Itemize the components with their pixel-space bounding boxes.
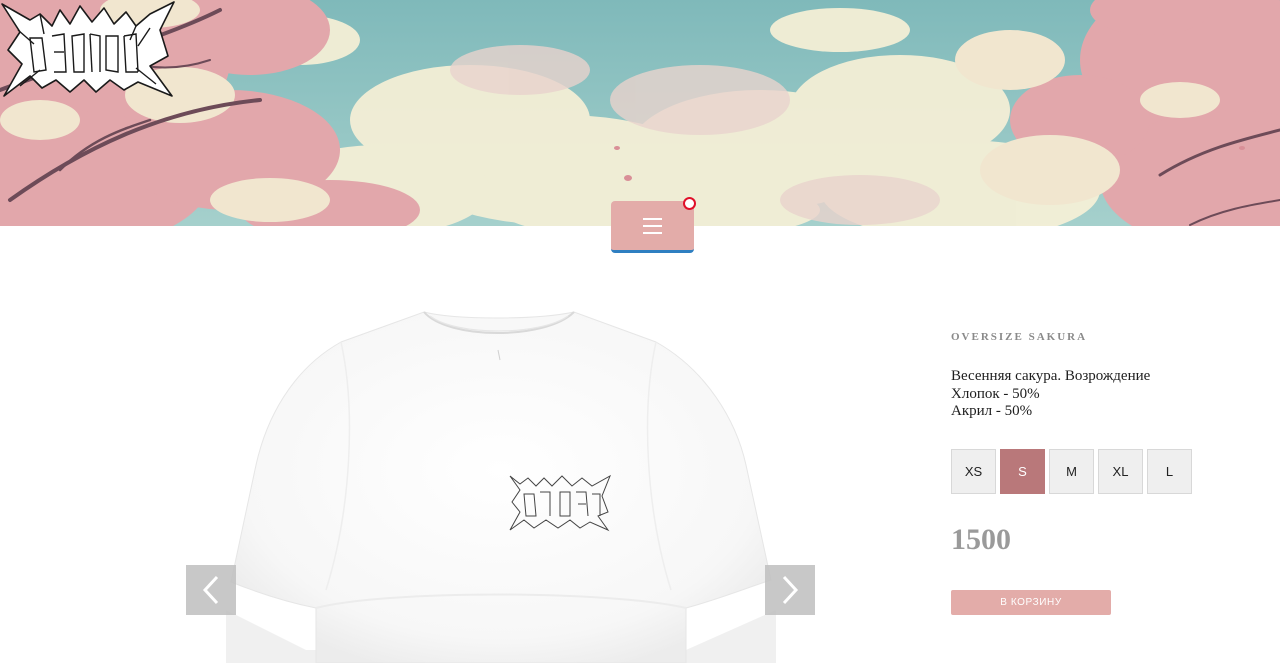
product-price: 1500: [951, 523, 1011, 556]
metal-band-logo[interactable]: [0, 0, 176, 98]
product-gallery: [186, 290, 815, 663]
size-option-s[interactable]: S: [1000, 449, 1045, 494]
menu-button[interactable]: [611, 201, 694, 253]
chevron-right-icon: [782, 575, 799, 605]
hamburger-icon: [643, 217, 662, 234]
description-line: Акрил - 50%: [951, 403, 1033, 419]
product-description: Весенняя сакура. Возрождение Хлопок - 50…: [951, 368, 1231, 421]
product-title: OVERSIZE SAKURA: [951, 331, 1088, 343]
size-selector: XS S M XL L: [951, 449, 1196, 494]
gallery-prev-button[interactable]: [186, 565, 236, 615]
header-banner: [0, 0, 1280, 226]
add-to-cart-button[interactable]: В КОРЗИНУ: [951, 590, 1111, 615]
size-option-l[interactable]: L: [1147, 449, 1192, 494]
notification-dot: [683, 197, 696, 210]
chevron-left-icon: [202, 575, 219, 605]
description-line: Хлопок - 50%: [951, 385, 1040, 402]
description-line: Весенняя сакура. Возрождение: [951, 368, 1151, 384]
product-image: [226, 311, 776, 663]
size-option-xs[interactable]: XS: [951, 449, 996, 494]
sakura-sky-illustration: [0, 0, 1280, 226]
size-option-m[interactable]: M: [1049, 449, 1094, 494]
gallery-next-button[interactable]: [765, 565, 815, 615]
size-option-xl[interactable]: XL: [1098, 449, 1143, 494]
